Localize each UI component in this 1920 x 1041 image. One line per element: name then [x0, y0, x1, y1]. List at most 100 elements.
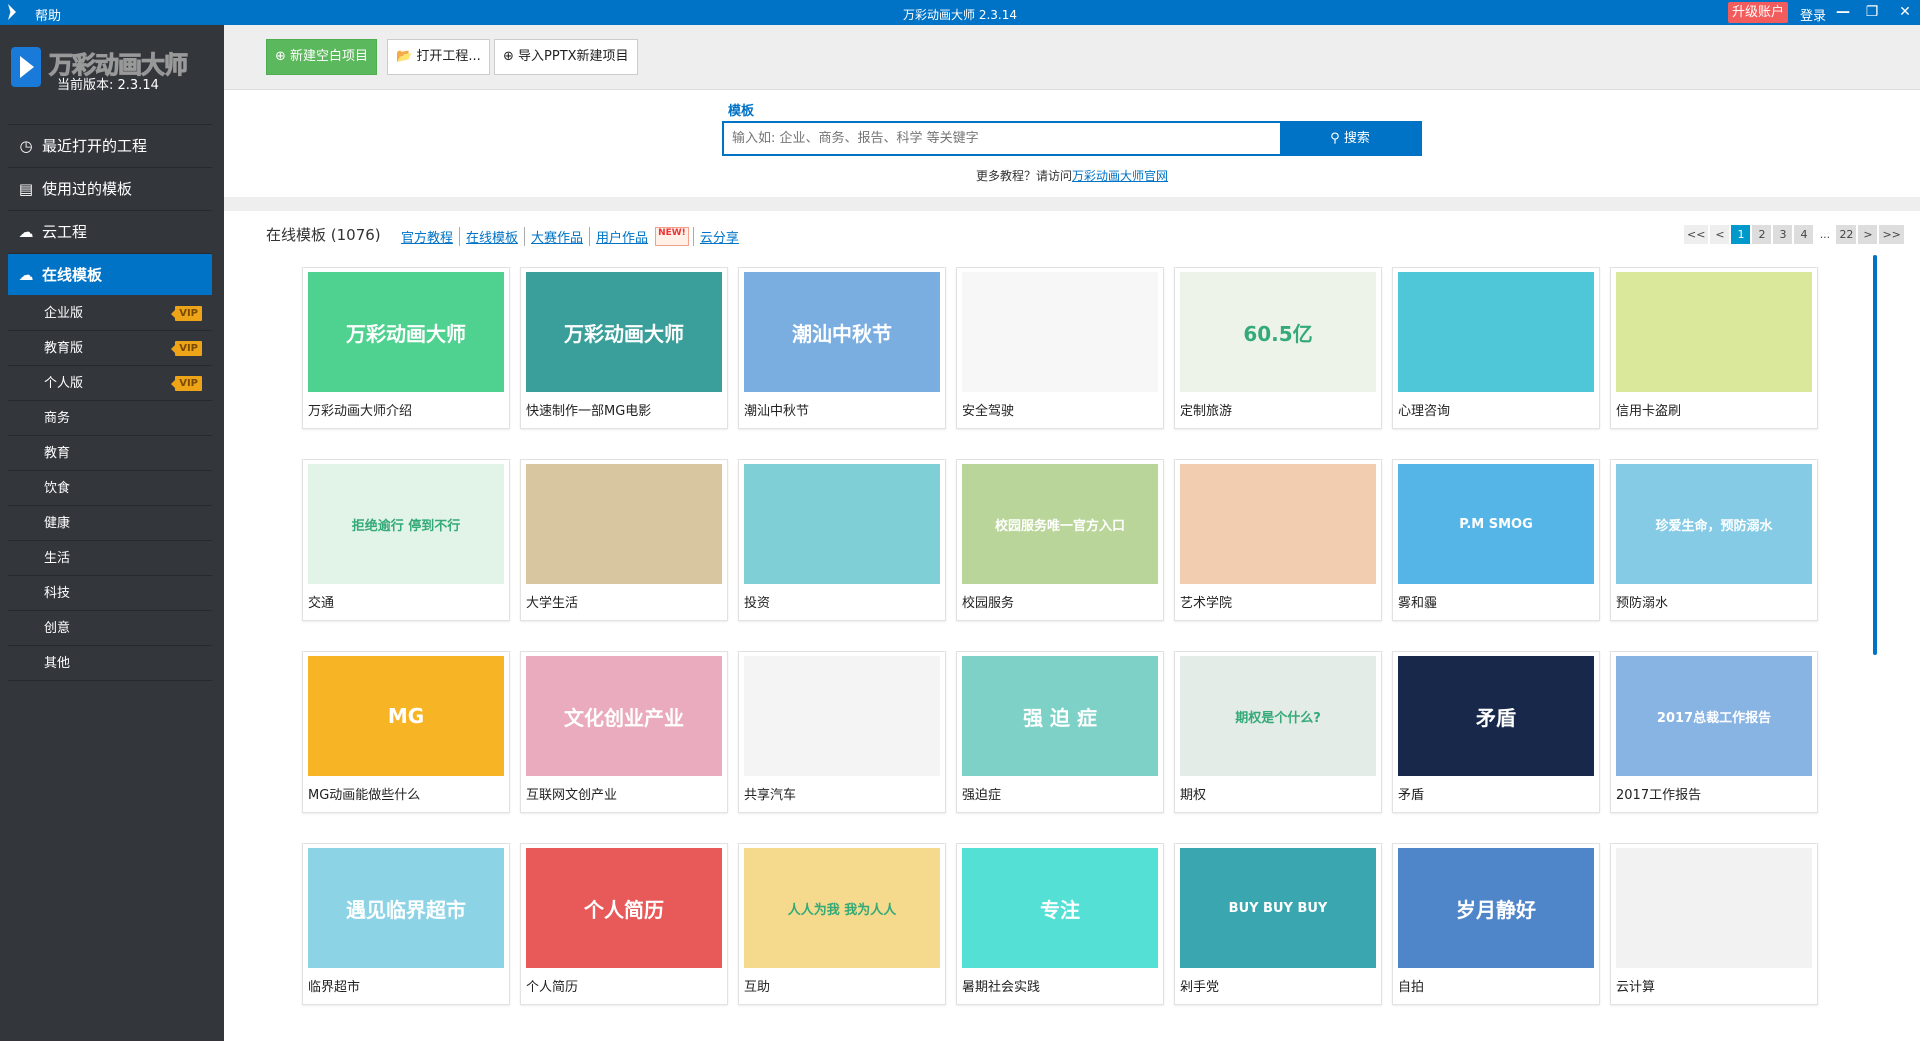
template-thumbnail[interactable]: BUY BUY BUY	[1180, 848, 1376, 968]
template-thumbnail[interactable]	[1180, 464, 1376, 584]
template-card[interactable]: 拒绝逾行 停到不行 交通	[302, 459, 510, 621]
restore-icon[interactable]: ❐	[1861, 2, 1883, 22]
template-card[interactable]: 云计算	[1610, 843, 1818, 1005]
template-thumbnail[interactable]: 期权是个什么?	[1180, 656, 1376, 776]
sidebar-item-0[interactable]: ◷ 最近打开的工程	[8, 124, 212, 166]
template-thumbnail[interactable]: 拒绝逾行 停到不行	[308, 464, 504, 584]
page-button[interactable]: 3	[1773, 225, 1793, 244]
new-blank-project-button[interactable]: ⊕ 新建空白项目	[266, 39, 378, 75]
template-card[interactable]: 矛盾 矛盾	[1392, 651, 1600, 813]
template-card[interactable]: 安全驾驶	[956, 267, 1164, 429]
template-thumbnail[interactable]: 2017总裁工作报告	[1616, 656, 1812, 776]
template-card[interactable]: 校园服务唯一官方入口 校园服务	[956, 459, 1164, 621]
sidebar-item-2[interactable]: ☁ 云工程	[8, 210, 212, 252]
template-card[interactable]: 珍爱生命，预防溺水 预防溺水	[1610, 459, 1818, 621]
page-button[interactable]: ...	[1815, 225, 1834, 244]
template-thumbnail[interactable]: 文化创业产业	[526, 656, 722, 776]
sidebar-subitem[interactable]: 健康	[8, 506, 212, 541]
template-thumbnail[interactable]	[744, 656, 940, 776]
template-card[interactable]: 万彩动画大师 快速制作一部MG电影	[520, 267, 728, 429]
sidebar-item-3[interactable]: ☁ 在线模板	[8, 253, 212, 295]
template-card[interactable]: 2017总裁工作报告 2017工作报告	[1610, 651, 1818, 813]
template-card[interactable]: 心理咨询	[1392, 267, 1600, 429]
category-link[interactable]: 云分享	[692, 227, 745, 246]
upgrade-account-button[interactable]: 升级账户	[1728, 2, 1789, 23]
template-card[interactable]: 文化创业产业 互联网文创产业	[520, 651, 728, 813]
sidebar-subitem[interactable]: 教育	[8, 436, 212, 471]
sidebar-subitem[interactable]: 商务	[8, 401, 212, 436]
open-project-button[interactable]: 📂 打开工程...	[387, 39, 490, 75]
template-card[interactable]: 人人为我 我为人人 互助	[738, 843, 946, 1005]
template-thumbnail[interactable]: 岁月静好	[1398, 848, 1594, 968]
page-button[interactable]: 1	[1731, 225, 1751, 244]
sidebar-subitem[interactable]: 生活	[8, 541, 212, 576]
page-button[interactable]: <	[1710, 225, 1730, 244]
template-thumbnail[interactable]	[744, 464, 940, 584]
template-thumbnail[interactable]: 强 迫 症	[962, 656, 1158, 776]
login-button[interactable]: 登录	[1800, 5, 1826, 24]
template-card[interactable]: 60.5亿 定制旅游	[1174, 267, 1382, 429]
template-card[interactable]: BUY BUY BUY 剁手党	[1174, 843, 1382, 1005]
template-card[interactable]: 潮汕中秋节 潮汕中秋节	[738, 267, 946, 429]
template-card[interactable]: 期权是个什么? 期权	[1174, 651, 1382, 813]
template-thumbnail[interactable]: 个人简历	[526, 848, 722, 968]
sidebar-item-1[interactable]: ▤ 使用过的模板	[8, 167, 212, 209]
sidebar-subitem[interactable]: 个人版 VIP	[8, 366, 212, 401]
sidebar-subitem[interactable]: 教育版 VIP	[8, 331, 212, 366]
template-card[interactable]: 专注 暑期社会实践	[956, 843, 1164, 1005]
template-thumbnail[interactable]: 潮汕中秋节	[744, 272, 940, 392]
template-card[interactable]: 万彩动画大师 万彩动画大师介绍	[302, 267, 510, 429]
template-thumbnail[interactable]	[526, 464, 722, 584]
template-thumbnail[interactable]: 遇见临界超市	[308, 848, 504, 968]
page-button[interactable]: >>	[1879, 225, 1904, 244]
import-pptx-button[interactable]: ⊕ 导入PPTX新建项目	[494, 39, 638, 75]
template-thumbnail[interactable]: MG	[308, 656, 504, 776]
template-thumbnail[interactable]: 万彩动画大师	[308, 272, 504, 392]
template-card[interactable]: 岁月静好 自拍	[1392, 843, 1600, 1005]
template-thumbnail[interactable]: 人人为我 我为人人	[744, 848, 940, 968]
template-card[interactable]: 遇见临界超市 临界超市	[302, 843, 510, 1005]
template-thumbnail[interactable]: 专注	[962, 848, 1158, 968]
minimize-icon[interactable]: —	[1832, 2, 1854, 22]
template-thumbnail[interactable]: 60.5亿	[1180, 272, 1376, 392]
page-button[interactable]: 22	[1836, 225, 1857, 244]
sidebar-subitem[interactable]: 创意	[8, 611, 212, 646]
template-card[interactable]: 信用卡盗刷	[1610, 267, 1818, 429]
template-thumbnail[interactable]: 矛盾	[1398, 656, 1594, 776]
category-link[interactable]: 在线模板	[459, 227, 524, 246]
template-card[interactable]: 个人简历 个人简历	[520, 843, 728, 1005]
sidebar-subitem[interactable]: 其他	[8, 646, 212, 681]
sidebar-subitem[interactable]: 科技	[8, 576, 212, 611]
official-site-link[interactable]: 万彩动画大师官网	[1072, 169, 1168, 183]
category-link[interactable]: 用户作品	[589, 227, 654, 246]
close-icon[interactable]: ✕	[1894, 2, 1916, 22]
category-link[interactable]: 大赛作品	[524, 227, 589, 246]
sidebar-subitem[interactable]: 饮食	[8, 471, 212, 506]
template-thumbnail[interactable]: 万彩动画大师	[526, 272, 722, 392]
search-button[interactable]: ⚲ 搜索	[1280, 123, 1420, 154]
template-card[interactable]: 投资	[738, 459, 946, 621]
template-card[interactable]: 共享汽车	[738, 651, 946, 813]
template-thumbnail[interactable]	[1616, 272, 1812, 392]
template-name: 剁手党	[1180, 980, 1220, 995]
template-card[interactable]: 强 迫 症强迫症	[956, 651, 1164, 813]
template-thumbnail[interactable]	[1398, 272, 1594, 392]
page-button[interactable]: >	[1858, 225, 1878, 244]
template-thumbnail[interactable]: 校园服务唯一官方入口	[962, 464, 1158, 584]
template-thumbnail[interactable]: 珍爱生命，预防溺水	[1616, 464, 1812, 584]
template-card[interactable]: MG MG动画能做些什么	[302, 651, 510, 813]
template-thumbnail[interactable]: P.M SMOG	[1398, 464, 1594, 584]
search-tab-template[interactable]: 模板	[728, 100, 754, 119]
sidebar-subitem[interactable]: 企业版 VIP	[8, 296, 212, 331]
template-card[interactable]: 大学生活	[520, 459, 728, 621]
template-card[interactable]: P.M SMOG 雾和霾	[1392, 459, 1600, 621]
template-thumbnail[interactable]	[962, 272, 1158, 392]
page-button[interactable]: <<	[1684, 225, 1709, 244]
category-link[interactable]: 官方教程	[401, 227, 459, 246]
search-input[interactable]	[724, 123, 1244, 154]
scrollbar[interactable]	[1873, 255, 1877, 655]
template-card[interactable]: 艺术学院	[1174, 459, 1382, 621]
template-thumbnail[interactable]	[1616, 848, 1812, 968]
page-button[interactable]: 2	[1752, 225, 1772, 244]
page-button[interactable]: 4	[1794, 225, 1814, 244]
